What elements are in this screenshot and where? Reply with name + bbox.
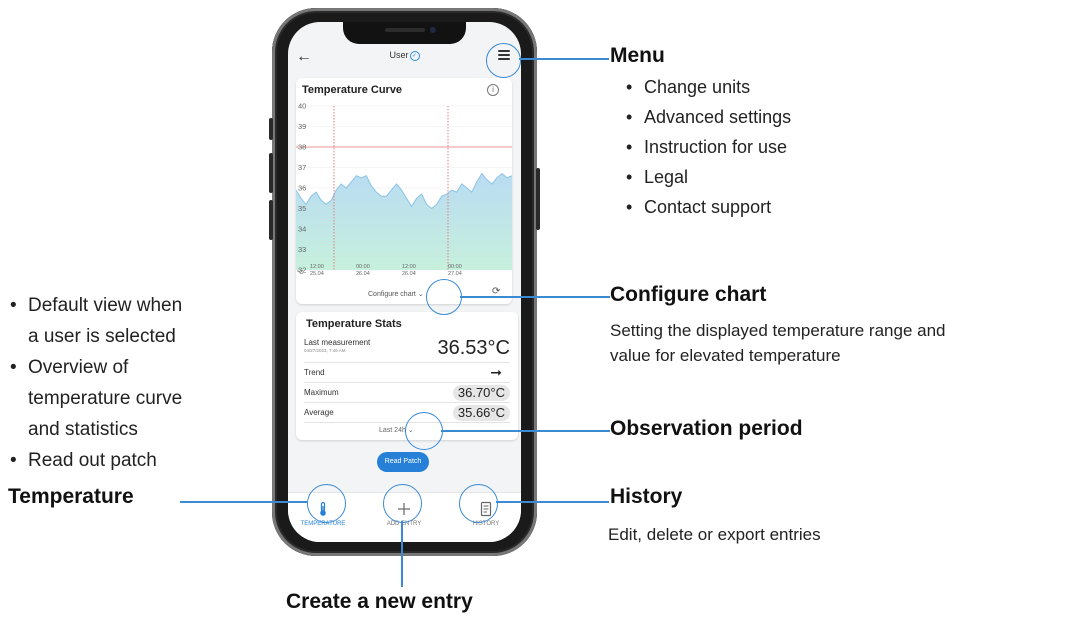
x-tick-date: 26.04 [356,271,370,277]
menu-option-4: Contact support [626,192,791,222]
y-tick-label: 40 [298,102,306,111]
trend-row: Trend ➞ [304,364,510,383]
history-callout-desc: Edit, delete or export entries [608,525,821,544]
last-measurement-timestamp: 04/27/2023, 7:46 AM [304,348,346,353]
last-measurement-row: Last measurement 04/27/2023, 7:46 AM 36.… [304,334,510,363]
x-tick-time: 12:00 [310,264,324,270]
phone-volume-down [269,200,273,240]
configure-chart-desc-line2: value for elevated temperature [610,346,841,365]
info-icon[interactable]: i [487,84,499,96]
y-tick-label: 38 [298,143,306,152]
configure-chart-callout-title: Configure chart [610,283,767,306]
add-entry-highlight-circle [383,484,422,523]
arrow-right-icon: ➞ [490,364,502,380]
phone-notch [343,22,466,44]
configure-chart-callout-desc: Setting the displayed temperature range … [610,318,946,368]
verified-check-icon: ✓ [409,50,420,61]
maximum-label: Maximum [304,388,339,397]
configure-chart-label: Configure chart [368,291,416,298]
configure-chart-callout-line [460,296,610,298]
x-tick-date: 26.04 [402,271,416,277]
x-tick-date: 27.04 [448,271,462,277]
chevron-down-icon: ⌄ [417,291,424,298]
y-unit-label: °C [297,270,303,276]
average-value: 35.66°C [452,405,510,421]
temperature-curve-title: Temperature Curve [302,84,403,96]
temperature-callout-title: Temperature [8,485,134,508]
temperature-bullet-read-patch: Read out patch [8,445,182,476]
menu-callout-title: Menu [610,44,665,67]
observation-period-label: Last 24h [379,427,406,434]
phone-volume-up [269,153,273,193]
temperature-bullet-overview: Overview of temperature curve and statis… [8,352,182,445]
menu-callout-line [519,58,609,60]
configure-chart-desc-line1: Setting the displayed temperature range … [610,321,946,340]
temperature-callout-line [180,501,307,503]
phone-speaker [385,28,425,32]
menu-highlight-circle [486,43,521,78]
configure-chart-highlight-circle [426,279,462,315]
menu-option-2: Instruction for use [626,132,791,162]
phone-camera [430,27,436,33]
x-tick-time: 00:00 [356,264,370,270]
phone-side-button [269,118,273,140]
last-measurement-label: Last measurement [304,338,371,347]
last-measurement-value: 36.53°C [437,337,511,359]
y-tick-label: 36 [298,184,306,193]
y-tick-label: 35 [298,204,306,213]
maximum-value: 36.70°C [452,385,510,401]
menu-callout-list: Change unitsAdvanced settingsInstruction… [626,72,791,222]
y-tick-label: 33 [298,245,306,254]
maximum-row: Maximum 36.70°C [304,384,510,403]
x-tick-time: 12:00 [402,264,416,270]
add-entry-callout-line [401,521,403,587]
menu-option-0: Change units [626,72,791,102]
history-highlight-circle [459,484,498,523]
temperature-curve-card: Temperature Curve i 40 39 38 37 36 35 34 33 32 °C… [295,78,513,304]
average-label: Average [304,408,334,417]
create-entry-callout-title: Create a new entry [286,590,473,613]
configure-chart-link[interactable]: Configure chart ⌄ [368,290,424,298]
read-patch-button[interactable]: Read Patch [377,452,429,472]
temperature-stats-title: Temperature Stats [306,318,402,330]
phone-screen: ← User ✓ Temperature Curve i 40 39 38 37 36 35… [288,22,521,542]
history-callout-line [496,501,609,503]
observation-callout-line [441,430,610,432]
x-tick-time: 00:00 [448,264,462,270]
observation-callout-title: Observation period [610,417,803,440]
history-callout-title: History [610,485,683,508]
temperature-bullet-default-view: Default view when a user is selected [8,290,182,352]
y-tick-label: 39 [298,122,306,131]
temperature-callout-list: Default view when a user is selected Ove… [8,290,182,476]
trend-label: Trend [304,368,325,377]
chart-area: 40 39 38 37 36 35 34 33 32 °C 12:00 25.04 00:00 26.04… [295,100,513,278]
observation-period-highlight-circle [405,412,443,450]
menu-option-3: Legal [626,162,791,192]
menu-option-1: Advanced settings [626,102,791,132]
phone-power-button [536,168,540,230]
nav-history-label: HISTORY [472,521,500,527]
y-tick-label: 34 [298,225,306,234]
y-tick-label: 37 [298,163,306,172]
user-name: User [389,50,409,60]
temperature-highlight-circle [307,484,346,523]
x-tick-date: 25.04 [310,271,324,277]
temperature-chart: 403938373635343332°C12:0025.0400:0026.04… [295,102,513,277]
